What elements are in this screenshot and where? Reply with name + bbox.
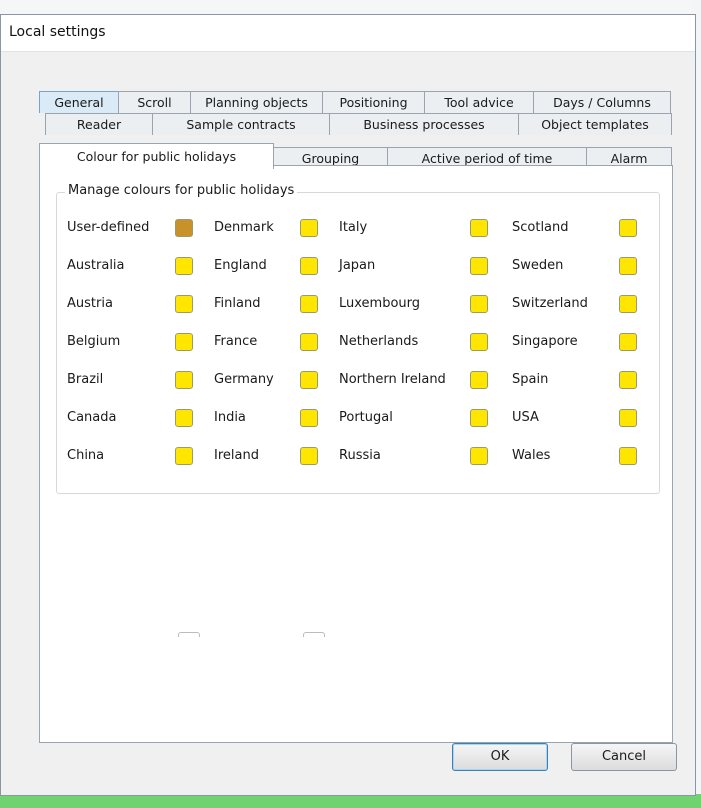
tab-planning-objects[interactable]: Planning objects [190,91,323,113]
cancel-button[interactable]: Cancel [571,743,677,771]
tab-colour-public-holidays[interactable]: Colour for public holidays [39,143,274,169]
holiday-label: India [214,410,246,425]
tab-days-columns[interactable]: Days / Columns [533,91,671,113]
colour-swatch-button[interactable] [175,371,193,389]
holiday-label: Italy [339,220,368,235]
holiday-label: Spain [512,372,549,387]
tab-object-templates[interactable]: Object templates [518,113,672,135]
tab-positioning[interactable]: Positioning [322,91,425,113]
colour-swatch-button[interactable] [300,219,318,237]
colour-swatch-button[interactable] [175,257,193,275]
colour-swatch-button[interactable] [300,371,318,389]
tab-reader[interactable]: Reader [45,113,153,135]
tab-tool-advice[interactable]: Tool advice [424,91,534,113]
holiday-label: Canada [67,410,117,425]
holiday-label: Brazil [67,372,104,387]
colour-swatch-button[interactable] [300,333,318,351]
colour-swatch-button[interactable] [175,409,193,427]
ok-button[interactable]: OK [452,743,548,771]
holiday-label: Japan [339,258,376,273]
colour-swatch-button[interactable] [619,295,637,313]
colour-swatch-button[interactable] [470,371,488,389]
colour-swatch-button[interactable] [175,219,193,237]
tab-panel: Manage colours for public holidays User-… [39,165,673,743]
holiday-label: Singapore [512,334,578,349]
tab-row-2: Reader Sample contracts Business process… [45,113,672,135]
holiday-label: Scotland [512,220,569,235]
colour-swatch-button[interactable] [175,295,193,313]
tab-general[interactable]: General [39,91,119,113]
hidden-swatch-edge [303,632,325,637]
colour-swatch-button[interactable] [619,333,637,351]
local-settings-dialog: Local settings General Scroll Planning o… [0,14,696,796]
background-app-strip [0,0,701,15]
holiday-label: Luxembourg [339,296,421,311]
colour-swatch-button[interactable] [619,409,637,427]
colour-swatch-button[interactable] [300,257,318,275]
holiday-label: Sweden [512,258,564,273]
colour-swatch-button[interactable] [470,257,488,275]
tab-scroll[interactable]: Scroll [118,91,191,113]
tab-business-processes[interactable]: Business processes [329,113,519,135]
colour-swatch-button[interactable] [175,447,193,465]
holiday-label: Ireland [214,448,259,463]
colour-swatch-button[interactable] [470,333,488,351]
colour-swatch-button[interactable] [619,219,637,237]
holiday-label: Denmark [214,220,274,235]
colour-swatch-button[interactable] [175,333,193,351]
colour-swatch-button[interactable] [470,295,488,313]
tab-row-1: General Scroll Planning objects Position… [39,91,671,113]
hidden-swatch-edge [178,632,200,637]
colour-swatch-button[interactable] [470,409,488,427]
tab-sample-contracts[interactable]: Sample contracts [152,113,330,135]
holiday-label: Australia [67,258,125,273]
holiday-label: Russia [339,448,381,463]
holiday-label: France [214,334,258,349]
group-label: Manage colours for public holidays [65,183,298,198]
holiday-label: Belgium [67,334,121,349]
colour-swatch-button[interactable] [619,447,637,465]
colour-swatch-button[interactable] [300,295,318,313]
colour-swatch-button[interactable] [619,371,637,389]
holiday-label: User-defined [67,220,150,235]
holiday-label: Austria [67,296,113,311]
holiday-label: Switzerland [512,296,588,311]
colour-swatch-button[interactable] [470,219,488,237]
holiday-colours-group: Manage colours for public holidays User-… [56,183,660,494]
holiday-label: USA [512,410,539,425]
colour-swatch-button[interactable] [300,409,318,427]
holiday-label: Northern Ireland [339,372,446,387]
holiday-label: Netherlands [339,334,419,349]
holiday-label: Wales [512,448,551,463]
colour-swatch-button[interactable] [619,257,637,275]
dialog-title: Local settings [9,24,106,40]
holiday-label: England [214,258,267,273]
holiday-label: Finland [214,296,261,311]
background-app-footer [0,794,701,808]
holiday-label: Germany [214,372,274,387]
colour-swatch-button[interactable] [470,447,488,465]
colour-swatch-button[interactable] [300,447,318,465]
holiday-label: China [67,448,105,463]
title-bar: Local settings [1,15,695,52]
holiday-label: Portugal [339,410,393,425]
